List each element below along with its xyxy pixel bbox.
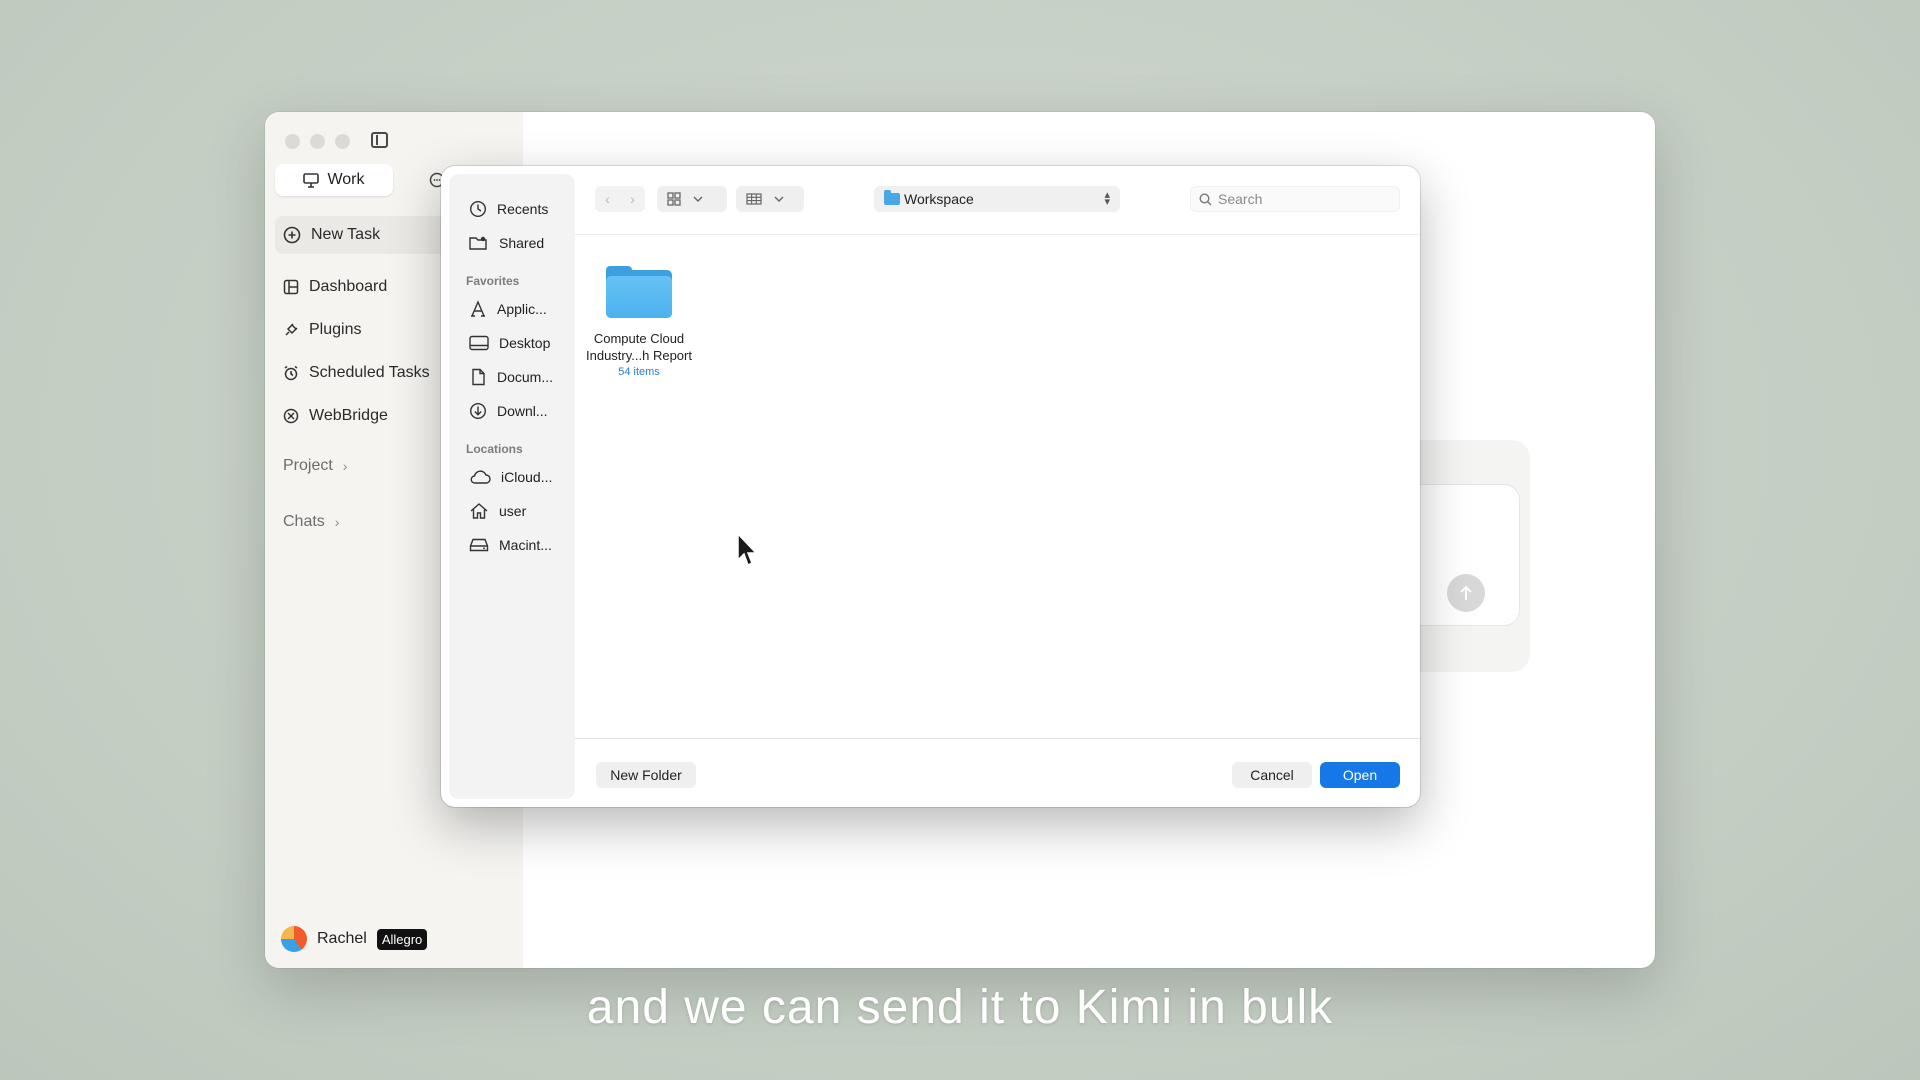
avatar [281, 926, 307, 952]
plan-badge: Allegro [376, 928, 428, 950]
sidebar-item-documents[interactable]: Docum... [449, 360, 575, 394]
sidebar-item-label: Docum... [497, 369, 554, 385]
monitor-icon [303, 172, 320, 188]
group-by-button[interactable] [736, 186, 804, 212]
new-folder-button[interactable]: New Folder [596, 762, 696, 788]
back-forward-buttons: ‹ › [595, 186, 645, 212]
close-window-button[interactable] [285, 134, 300, 149]
chevron-right-icon: › [342, 458, 348, 474]
hard-drive-icon [469, 538, 489, 552]
sidebar-item-label: Scheduled Tasks [309, 364, 430, 381]
sidebar-group-label: Chats [283, 513, 325, 530]
group-grid-icon [746, 193, 762, 205]
tab-work-label: Work [327, 171, 365, 188]
user-profile[interactable]: Rachel Allegro [281, 926, 428, 952]
sidebar-item-label: Recents [497, 201, 549, 217]
footer-divider [575, 738, 1420, 739]
search-icon [1199, 192, 1212, 205]
folder-item-count: 54 items [618, 366, 660, 378]
chevron-down-icon [774, 196, 784, 202]
webbridge-icon [283, 408, 299, 424]
sidebar-item-label: Macint... [499, 537, 552, 553]
open-button[interactable]: Open [1320, 762, 1400, 788]
tab-work[interactable]: Work [275, 164, 393, 196]
video-subtitle: and we can send it to Kimi in bulk [586, 981, 1334, 1034]
sidebar-item-label: user [499, 503, 527, 519]
sidebar-item-label: Dashboard [309, 278, 388, 295]
new-task-label: New Task [311, 226, 381, 243]
back-icon[interactable]: ‹ [605, 191, 610, 207]
open-file-dialog: Recents Shared Favorites Applic... Deskt… [441, 166, 1420, 807]
search-field [1190, 186, 1400, 212]
arrow-up-icon [1460, 585, 1472, 600]
document-icon [472, 368, 485, 386]
sidebar-item-icloud[interactable]: iCloud... [449, 460, 575, 494]
user-name: Rachel [317, 930, 367, 947]
cloud-icon [470, 470, 491, 484]
download-icon [469, 402, 487, 420]
dashboard-icon [283, 279, 299, 295]
zoom-window-button[interactable] [335, 134, 350, 149]
sidebar-item-user[interactable]: user [449, 494, 575, 528]
view-mode-button[interactable] [657, 186, 727, 212]
icon-view-icon [667, 192, 681, 206]
chevron-down-icon [693, 196, 703, 202]
desktop-icon [469, 335, 489, 351]
plus-circle-icon [283, 226, 301, 244]
sidebar-item-label: Desktop [499, 335, 551, 351]
chevron-right-icon: › [334, 514, 340, 530]
sidebar-item-applications[interactable]: Applic... [449, 292, 575, 326]
sidebar-item-label: Plugins [309, 321, 362, 338]
window-controls [285, 134, 350, 149]
minimize-window-button[interactable] [310, 134, 325, 149]
search-input[interactable] [1218, 191, 1388, 207]
mode-tabs: Work [275, 164, 457, 196]
sidebar-item-label: Downl... [497, 403, 548, 419]
sidebar-item-label: iCloud... [501, 469, 553, 485]
home-icon [470, 503, 488, 519]
folder-item[interactable]: Compute Cloud Industry...h Report 54 ite… [579, 266, 699, 378]
shared-folder-icon [469, 236, 487, 250]
sidebar-item-recents[interactable]: Recents [449, 192, 575, 226]
alarm-clock-icon [284, 365, 298, 381]
mouse-cursor-icon [737, 532, 758, 567]
cancel-button[interactable]: Cancel [1232, 762, 1312, 788]
sidebar-item-label: Applic... [497, 301, 547, 317]
locations-heading: Locations [466, 442, 523, 456]
toolbar-divider [575, 234, 1420, 235]
favorites-heading: Favorites [466, 274, 520, 288]
folder-icon [606, 266, 672, 318]
forward-icon[interactable]: › [630, 191, 635, 207]
location-name: Workspace [904, 191, 974, 207]
folder-name-line1: Compute Cloud [593, 331, 685, 346]
sidebar-group-label: Project [283, 457, 333, 474]
applications-icon [471, 300, 485, 317]
sidebar-toggle-icon[interactable] [371, 132, 388, 148]
sidebar-item-downloads[interactable]: Downl... [449, 394, 575, 428]
folder-icon [884, 190, 900, 205]
location-dropdown[interactable]: Workspace ▴ ▾ [874, 186, 1120, 212]
sidebar-item-shared[interactable]: Shared [449, 226, 575, 260]
plug-icon [285, 323, 298, 336]
send-button[interactable] [1447, 574, 1485, 612]
sidebar-item-label: Shared [499, 235, 545, 251]
up-down-arrows-icon: ▴ ▾ [1104, 189, 1110, 208]
dialog-sidebar: Recents Shared Favorites Applic... Deskt… [449, 174, 575, 799]
sidebar-item-label: WebBridge [309, 407, 388, 424]
sidebar-item-macintosh-hd[interactable]: Macint... [449, 528, 575, 562]
folder-name-line2: Industry...h Report [586, 348, 692, 363]
dialog-toolbar: ‹ › Workspace ▴ ▾ [591, 186, 1411, 212]
clock-icon [469, 200, 487, 218]
sidebar-item-desktop[interactable]: Desktop [449, 326, 575, 360]
